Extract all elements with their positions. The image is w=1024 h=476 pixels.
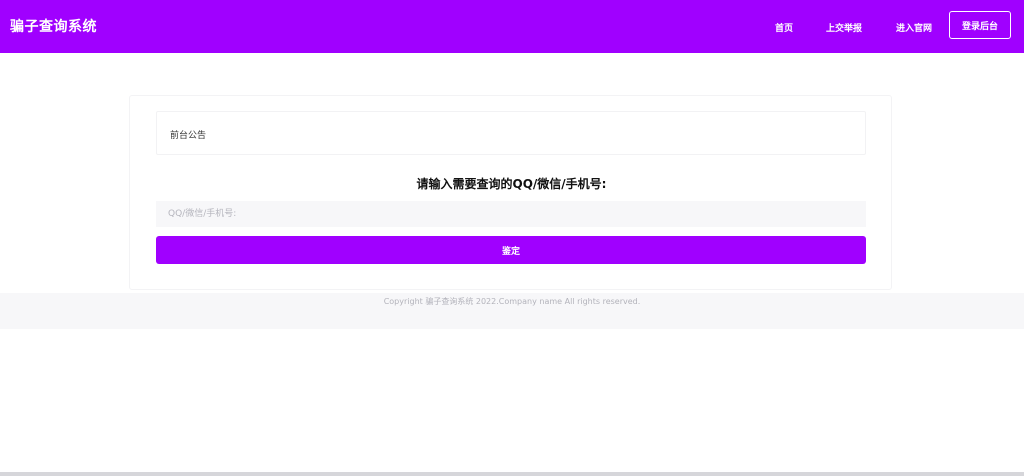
nav-official-site-link[interactable]: 进入官网 (896, 21, 932, 34)
notice-panel: 前台公告 (156, 111, 866, 155)
admin-login-button[interactable]: 登录后台 (949, 11, 1011, 39)
copyright-text: Copyright 骗子查询系统 2022.Company name All r… (383, 297, 641, 306)
nav-home-link[interactable]: 首页 (775, 21, 793, 34)
query-card: 前台公告 请输入需要查询的QQ/微信/手机号: 鉴定 (129, 95, 892, 290)
identify-button[interactable]: 鉴定 (156, 236, 866, 264)
top-navbar: 骗子查询系统 首页 上交举报 进入官网 登录后台 (0, 0, 1024, 53)
nav-report-link[interactable]: 上交举报 (826, 21, 862, 34)
query-title: 请输入需要查询的QQ/微信/手机号: (416, 177, 607, 191)
query-input[interactable] (156, 201, 866, 227)
bottom-divider (0, 472, 1024, 476)
footer: Copyright 骗子查询系统 2022.Company name All r… (0, 293, 1024, 329)
site-brand[interactable]: 骗子查询系统 (10, 16, 97, 36)
notice-text: 前台公告 (170, 131, 207, 141)
